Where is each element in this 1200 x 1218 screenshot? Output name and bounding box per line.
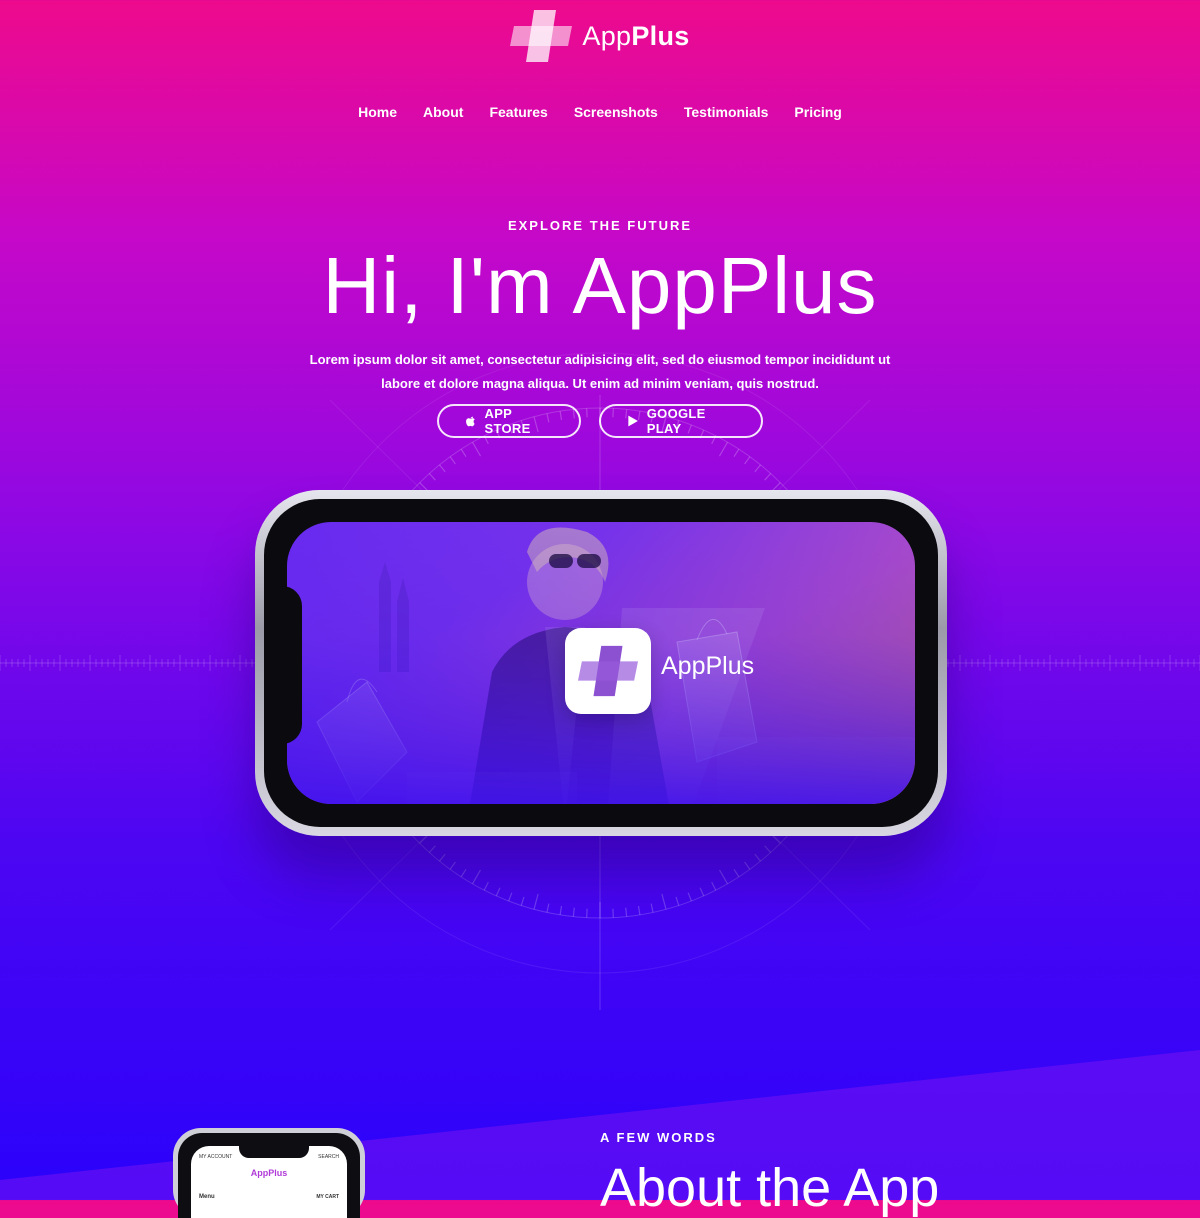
app-store-label: APP STORE	[485, 406, 553, 436]
mini-brand: AppPlus	[191, 1168, 347, 1178]
mini-menu[interactable]: Menu	[199, 1194, 215, 1200]
hero-lead: Lorem ipsum dolor sit amet, consectetur …	[290, 348, 910, 396]
about-kicker: A FEW WORDS	[600, 1130, 717, 1145]
hero-headline: Hi, I'm AppPlus	[0, 240, 1200, 332]
about-title: About the App	[600, 1158, 939, 1218]
phone-notch	[264, 586, 302, 744]
google-play-button[interactable]: GOOGLE PLAY	[599, 404, 763, 438]
google-play-label: GOOGLE PLAY	[647, 406, 735, 436]
store-buttons: APP STORE GOOGLE PLAY	[0, 404, 1200, 438]
mini-search-link[interactable]: SEARCH	[318, 1154, 339, 1160]
plus-logo-icon	[578, 645, 638, 697]
mini-phone-screen: MY ACCOUNT SEARCH AppPlus Menu MY CART	[191, 1146, 347, 1218]
mini-phone-mockup: MY ACCOUNT SEARCH AppPlus Menu MY CART	[173, 1128, 365, 1218]
mini-cart[interactable]: MY CART	[316, 1194, 339, 1200]
app-icon-tile[interactable]	[565, 628, 651, 714]
phone-app-name: AppPlus	[661, 652, 754, 681]
play-icon	[627, 414, 639, 428]
app-store-button[interactable]: APP STORE	[437, 404, 581, 438]
mini-account-link[interactable]: MY ACCOUNT	[199, 1154, 232, 1160]
apple-icon	[465, 414, 477, 428]
hero-kicker: EXPLORE THE FUTURE	[0, 218, 1200, 233]
phone-mockup: AppPlus	[255, 490, 947, 836]
phone-screen: AppPlus	[287, 522, 915, 804]
